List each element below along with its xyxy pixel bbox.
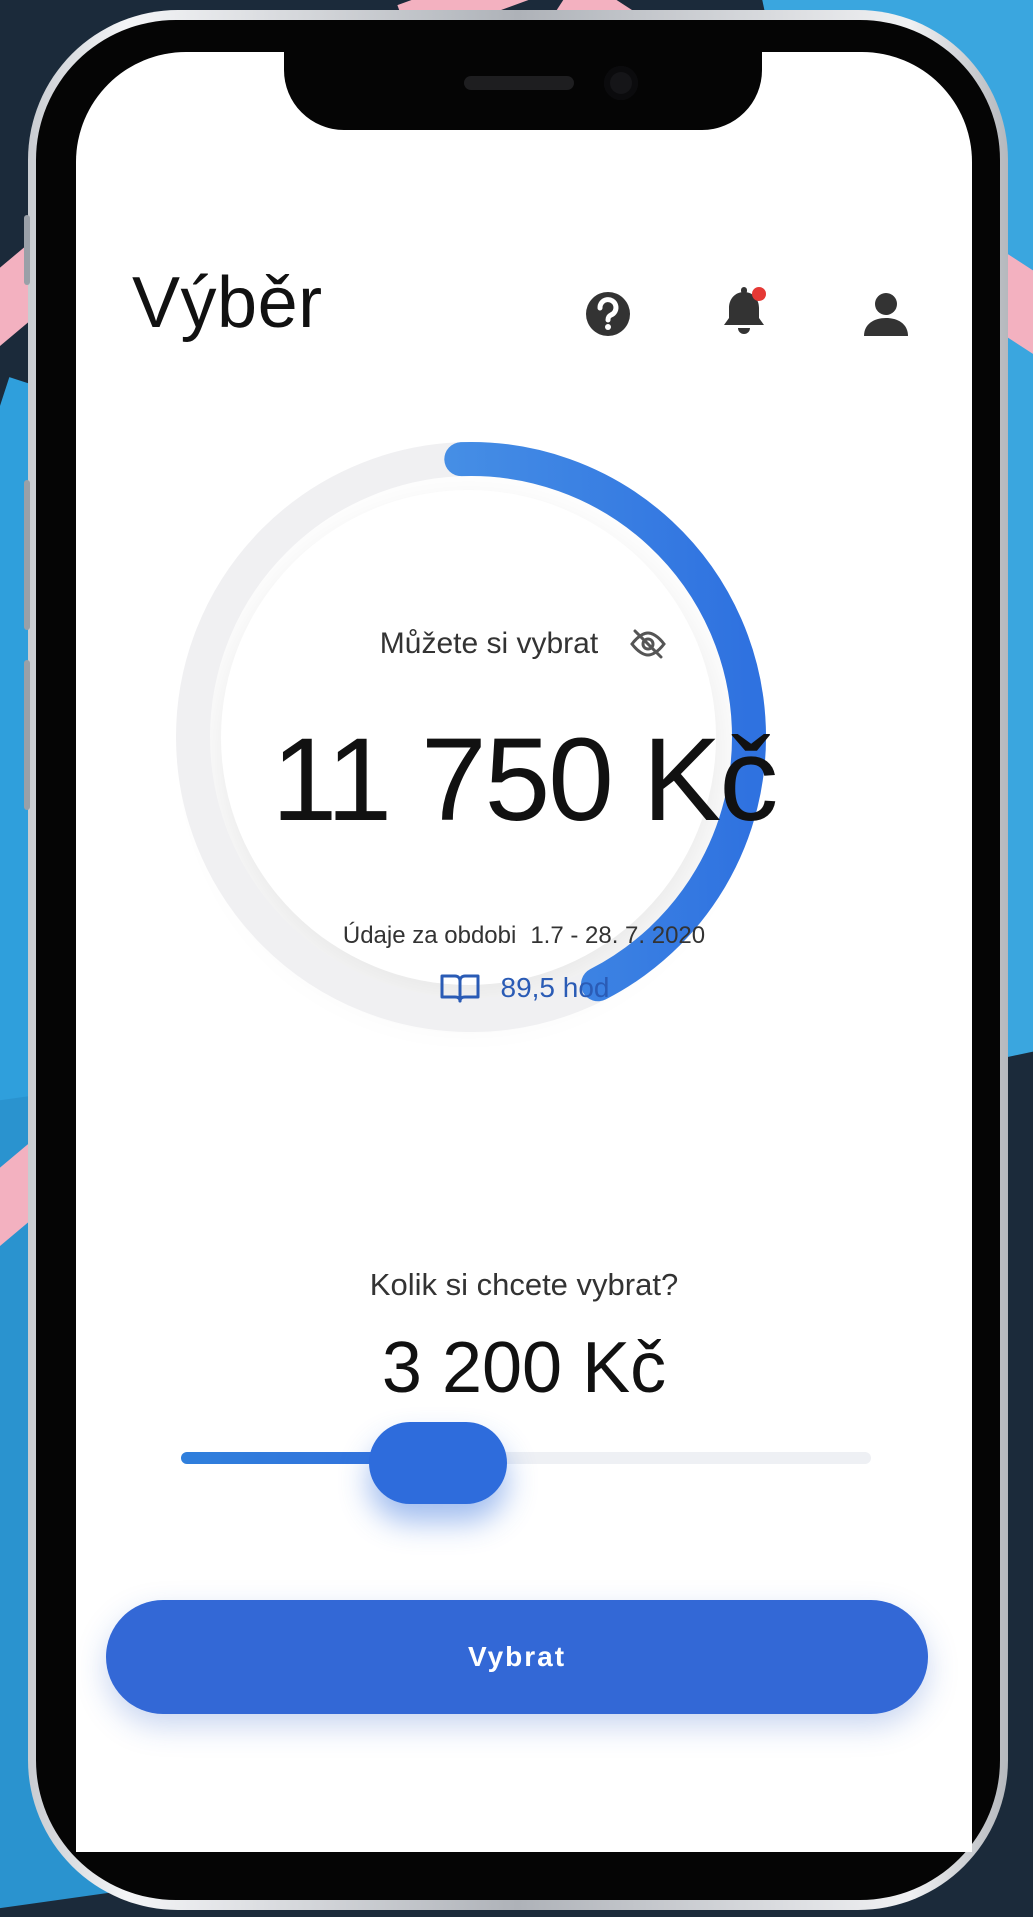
withdraw-button[interactable]: Vybrat xyxy=(106,1600,928,1714)
user-icon[interactable] xyxy=(856,284,916,344)
period-label: Údaje za obdobi xyxy=(342,922,517,949)
help-icon[interactable] xyxy=(578,284,638,344)
withdraw-amount: 3 200 Kč xyxy=(381,1328,667,1408)
period-value: 1.7 - 28. 7. 2020 xyxy=(530,922,706,949)
amount-slider-thumb[interactable] xyxy=(369,1422,507,1504)
speaker xyxy=(464,76,574,90)
page-title: Výběr xyxy=(132,263,323,343)
phone-side-button xyxy=(24,215,30,285)
available-label: Můžete si vybrat xyxy=(379,627,599,660)
book-icon xyxy=(440,974,479,1003)
phone-side-button xyxy=(24,480,30,630)
hours-row[interactable]: 89,5 hod xyxy=(76,972,972,1004)
camera xyxy=(604,66,638,100)
hours-value: 89,5 hod xyxy=(500,972,610,1003)
phone-side-button xyxy=(24,660,30,810)
notification-dot xyxy=(752,287,766,301)
eye-off-icon[interactable] xyxy=(628,627,668,661)
notch xyxy=(284,52,762,130)
period-row: Údaje za obdobi 1.7 - 28. 7. 2020 xyxy=(76,922,972,950)
bell-icon[interactable] xyxy=(714,284,774,344)
app-screen: Výběr Můžete si vybrat 11 750 Kč Údaje z… xyxy=(76,52,972,1852)
available-row: Můžete si vybrat xyxy=(76,627,972,661)
withdraw-question: Kolik si chcete vybrat? xyxy=(369,1267,679,1302)
available-amount: 11 750 Kč xyxy=(271,714,779,846)
